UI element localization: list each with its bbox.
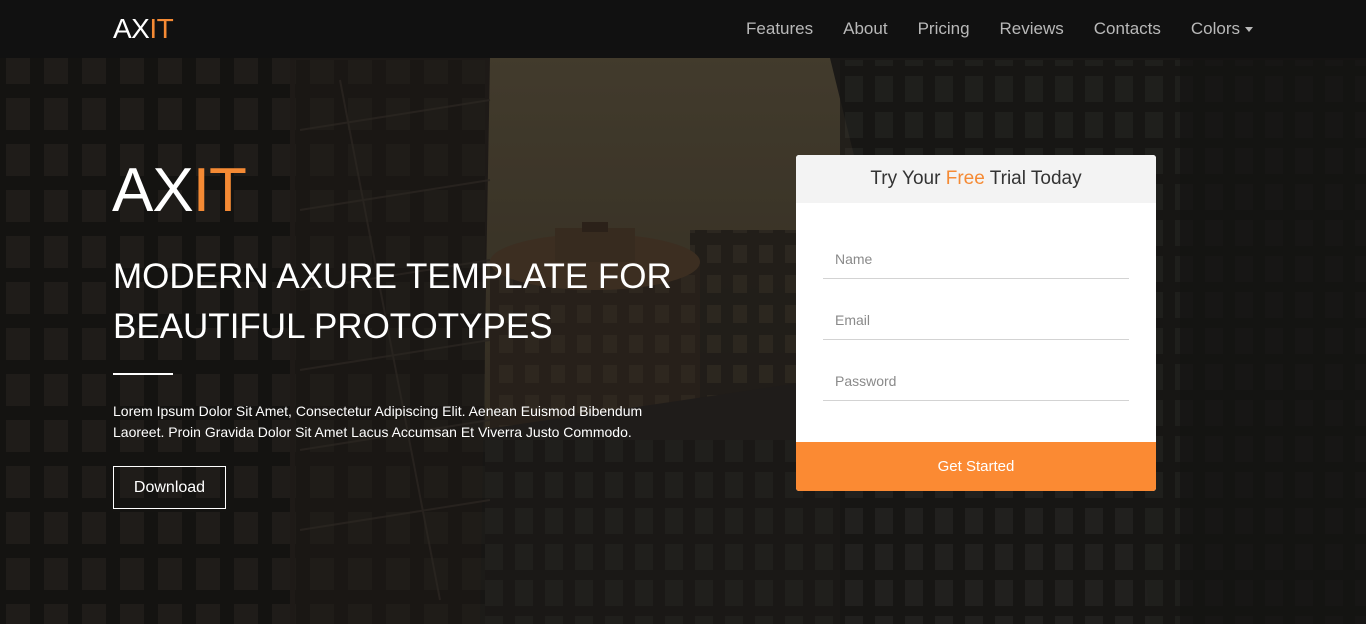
brand-prefix: AX [113,13,150,44]
nav-link-features[interactable]: Features [746,19,813,39]
nav-dropdown-colors[interactable]: Colors [1191,19,1253,39]
trial-title-accent: Free [945,168,985,189]
trial-title-after: Trial Today [984,168,1082,189]
brand-accent: IT [149,13,174,44]
password-field[interactable] [823,361,1129,401]
hero-description: Lorem Ipsum Dolor Sit Amet, Consectetur … [113,403,643,440]
brand-logo[interactable]: AXIT [113,13,174,45]
hero-logo-accent: IT [192,156,247,225]
nav-link-pricing[interactable]: Pricing [918,19,970,39]
trial-card-title: Try Your Free Trial Today [796,155,1156,203]
nav-link-about[interactable]: About [843,19,887,39]
download-button[interactable]: Download [113,466,226,509]
hero-title: MODERN AXURE TEMPLATE FOR BEAUTIFUL PROT… [113,257,672,346]
top-navbar: AXIT Features About Pricing Reviews Cont… [0,0,1366,58]
caret-down-icon [1245,26,1253,32]
email-field[interactable] [823,300,1129,340]
trial-signup-card: Try Your Free Trial Today Get Started [796,155,1156,491]
hero-logo: AXIT [112,156,247,226]
name-field[interactable] [823,239,1129,279]
colors-dropdown-label: Colors [1190,19,1240,38]
trial-title-before: Try Your [870,168,946,189]
nav-link-contacts[interactable]: Contacts [1094,19,1161,39]
hero-logo-prefix: AX [112,156,194,225]
get-started-button[interactable]: Get Started [796,442,1156,491]
nav-links: Features About Pricing Reviews Contacts … [716,0,1253,58]
hero-divider [113,373,173,375]
nav-link-reviews[interactable]: Reviews [1000,19,1064,39]
